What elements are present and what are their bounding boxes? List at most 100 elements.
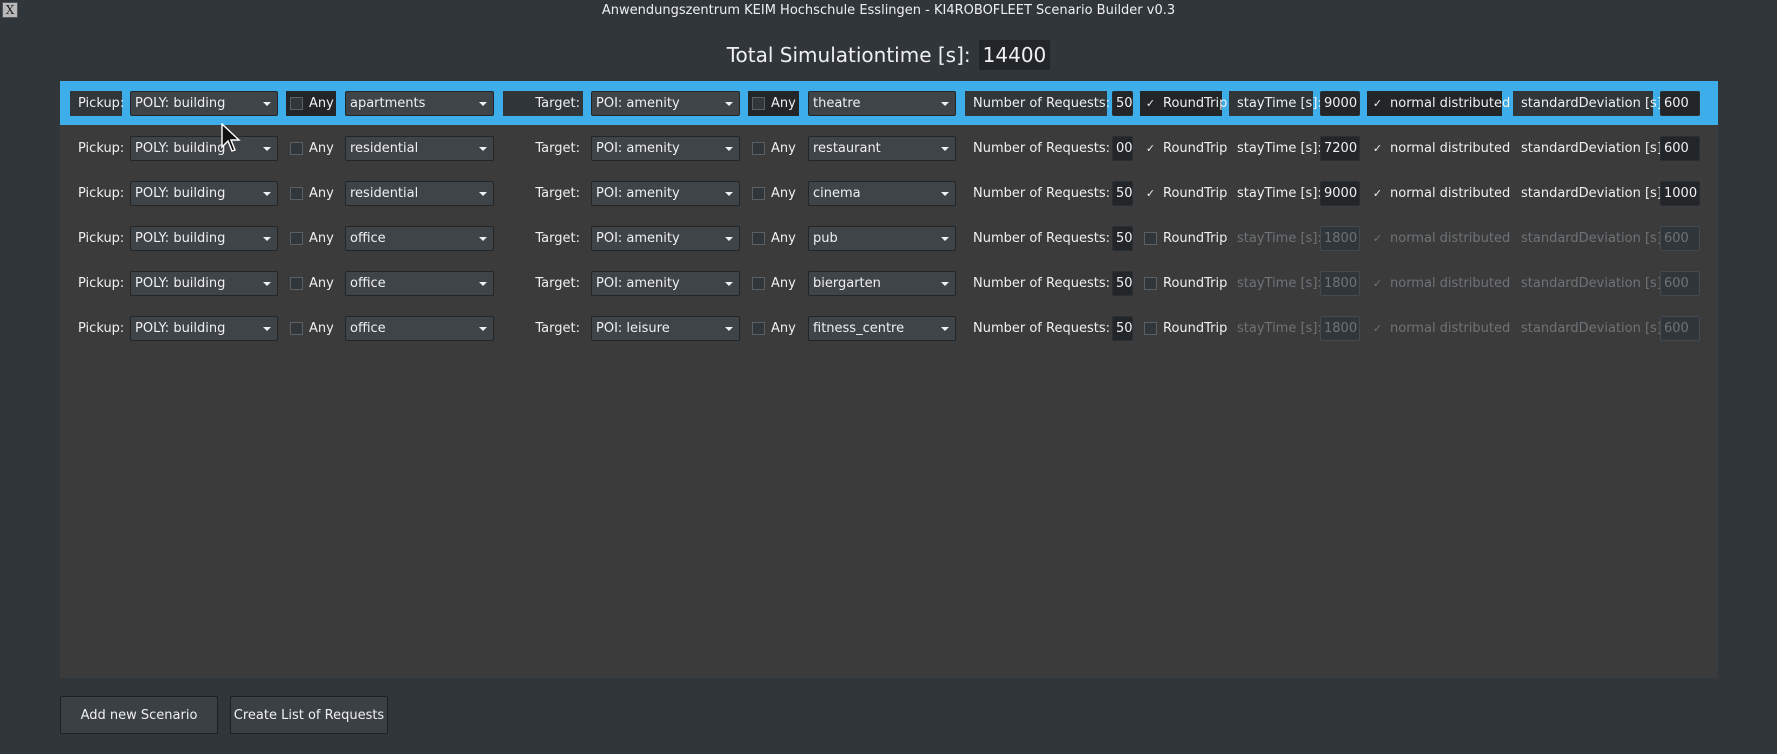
total-simulation-time-input[interactable]: 14400 [978, 40, 1051, 70]
chevron-down-icon [479, 192, 487, 196]
checkbox-icon [1144, 322, 1157, 335]
pickup-any-checkbox[interactable]: Any [286, 271, 336, 296]
roundtrip-checkbox[interactable]: RoundTrip [1140, 316, 1227, 341]
checkbox-icon [752, 97, 765, 110]
chevron-down-icon [725, 237, 733, 241]
pickup-type-select[interactable]: POLY: building [130, 136, 278, 161]
number-of-requests-input[interactable]: 00 [1112, 136, 1133, 161]
pickup-any-checkbox[interactable]: Any [286, 316, 336, 341]
target-value-select[interactable]: pub [808, 226, 956, 251]
chevron-down-icon [725, 282, 733, 286]
stay-time-input[interactable]: 7200 [1320, 136, 1360, 161]
normal-distributed-checkbox[interactable]: ✓ normal distributed [1367, 181, 1510, 206]
pickup-type-value: POLY: building [135, 141, 226, 156]
pickup-label: Pickup: [70, 91, 124, 116]
pickup-type-select[interactable]: POLY: building [130, 181, 278, 206]
target-value-select[interactable]: biergarten [808, 271, 956, 296]
standard-deviation-input[interactable]: 600 [1660, 91, 1700, 116]
standard-deviation-input[interactable]: 1000 [1660, 181, 1700, 206]
standard-deviation-input[interactable]: 600 [1660, 271, 1700, 296]
roundtrip-checkbox[interactable]: ✓ RoundTrip [1140, 91, 1227, 116]
roundtrip-checkbox[interactable]: RoundTrip [1140, 271, 1227, 296]
checkbox-icon: ✓ [1372, 322, 1383, 335]
target-value-select[interactable]: theatre [808, 91, 956, 116]
stay-time-input[interactable]: 1800 [1320, 226, 1360, 251]
normal-distributed-checkbox[interactable]: ✓ normal distributed [1367, 136, 1510, 161]
roundtrip-checkbox[interactable]: ✓ RoundTrip [1140, 181, 1227, 206]
pickup-type-select[interactable]: POLY: building [130, 316, 278, 341]
target-type-select[interactable]: POI: amenity [591, 91, 740, 116]
normal-distributed-label: normal distributed [1390, 141, 1511, 156]
pickup-value-select[interactable]: office [345, 271, 494, 296]
roundtrip-checkbox[interactable]: ✓ RoundTrip [1140, 136, 1227, 161]
target-value-select[interactable]: cinema [808, 181, 956, 206]
scenario-row[interactable]: Pickup: POLY: building Any apartments Target… [60, 81, 1718, 125]
scenario-row[interactable]: Pickup: POLY: building Any office Target: POI… [60, 216, 1718, 260]
target-value-select[interactable]: restaurant [808, 136, 956, 161]
checkbox-icon [752, 277, 765, 290]
add-scenario-button[interactable]: Add new Scenario [60, 696, 218, 734]
pickup-type-select[interactable]: POLY: building [130, 91, 278, 116]
standard-deviation-input[interactable]: 600 [1660, 316, 1700, 341]
target-label: Target: [503, 91, 583, 116]
pickup-value-select[interactable]: apartments [345, 91, 494, 116]
target-type-select[interactable]: POI: amenity [591, 181, 740, 206]
chevron-down-icon [941, 147, 949, 151]
scenario-row[interactable]: Pickup: POLY: building Any office Target: POI… [60, 261, 1718, 305]
number-of-requests-input[interactable]: 50 [1112, 316, 1133, 341]
pickup-value: apartments [350, 96, 426, 111]
pickup-value-select[interactable]: residential [345, 136, 494, 161]
pickup-value-select[interactable]: office [345, 226, 494, 251]
create-requests-button[interactable]: Create List of Requests [230, 696, 388, 734]
pickup-any-checkbox[interactable]: Any [286, 136, 336, 161]
standard-deviation-input[interactable]: 600 [1660, 226, 1700, 251]
number-of-requests-input[interactable]: 50 [1112, 226, 1133, 251]
chevron-down-icon [725, 192, 733, 196]
chevron-down-icon [941, 282, 949, 286]
target-value: pub [813, 231, 838, 246]
checkbox-icon: ✓ [1145, 97, 1156, 110]
target-type-select[interactable]: POI: amenity [591, 271, 740, 296]
stay-time-input[interactable]: 9000 [1320, 181, 1360, 206]
normal-distributed-checkbox[interactable]: ✓ normal distributed [1367, 226, 1510, 251]
number-of-requests-label: Number of Requests: [973, 141, 1110, 156]
number-of-requests-label: Number of Requests: [973, 321, 1110, 336]
pickup-any-checkbox[interactable]: Any [286, 226, 336, 251]
target-type-select[interactable]: POI: leisure [591, 316, 740, 341]
normal-distributed-label: normal distributed [1390, 321, 1511, 336]
scenario-row[interactable]: Pickup: POLY: building Any residential Targe… [60, 126, 1718, 170]
scenario-row[interactable]: Pickup: POLY: building Any office Target: POI… [60, 306, 1718, 350]
target-any-checkbox[interactable]: Any [748, 316, 799, 341]
standard-deviation-input[interactable]: 600 [1660, 136, 1700, 161]
normal-distributed-checkbox[interactable]: ✓ normal distributed [1367, 271, 1510, 296]
pickup-type-select[interactable]: POLY: building [130, 271, 278, 296]
target-any-checkbox[interactable]: Any [748, 91, 799, 116]
number-of-requests-input[interactable]: 50 [1112, 181, 1133, 206]
pickup-any-checkbox[interactable]: Any [286, 91, 336, 116]
scenario-row[interactable]: Pickup: POLY: building Any residential Targe… [60, 171, 1718, 215]
normal-distributed-checkbox[interactable]: ✓ normal distributed [1367, 316, 1510, 341]
stay-time-input[interactable]: 1800 [1320, 271, 1360, 296]
checkbox-icon [752, 187, 765, 200]
stay-time-input[interactable]: 1800 [1320, 316, 1360, 341]
roundtrip-checkbox[interactable]: RoundTrip [1140, 226, 1227, 251]
checkbox-icon [290, 142, 303, 155]
target-type-select[interactable]: POI: amenity [591, 226, 740, 251]
pickup-value-select[interactable]: residential [345, 181, 494, 206]
pickup-type-value: POLY: building [135, 276, 226, 291]
normal-distributed-checkbox[interactable]: ✓ normal distributed [1367, 91, 1510, 116]
number-of-requests-input[interactable]: 50 [1112, 91, 1133, 116]
number-of-requests-input[interactable]: 50 [1112, 271, 1133, 296]
target-any-checkbox[interactable]: Any [748, 226, 799, 251]
pickup-type-select[interactable]: POLY: building [130, 226, 278, 251]
pickup-type-value: POLY: building [135, 321, 226, 336]
pickup-value-select[interactable]: office [345, 316, 494, 341]
pickup-any-checkbox[interactable]: Any [286, 181, 336, 206]
target-value-select[interactable]: fitness_centre [808, 316, 956, 341]
target-any-checkbox[interactable]: Any [748, 136, 799, 161]
target-any-checkbox[interactable]: Any [748, 181, 799, 206]
target-type-select[interactable]: POI: amenity [591, 136, 740, 161]
target-any-checkbox[interactable]: Any [748, 271, 799, 296]
target-type-value: POI: amenity [596, 231, 680, 246]
stay-time-input[interactable]: 9000 [1320, 91, 1360, 116]
